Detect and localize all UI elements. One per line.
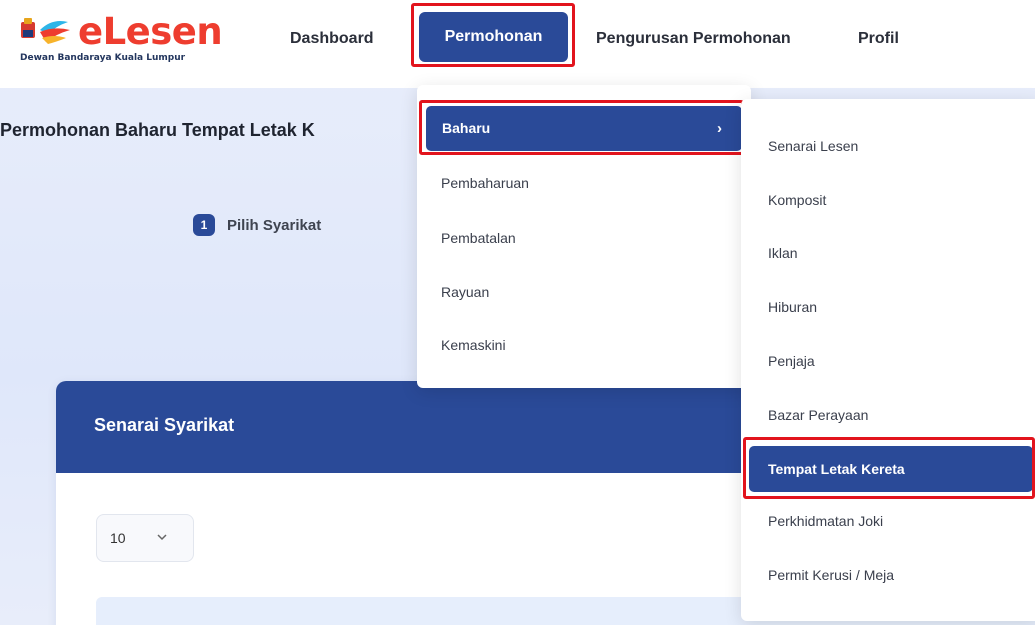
submenu-item-komposit[interactable]: Komposit xyxy=(768,192,826,208)
submenu-item-hiburan[interactable]: Hiburan xyxy=(768,299,817,315)
submenu-item-senarai-lesen[interactable]: Senarai Lesen xyxy=(768,138,858,154)
menu-item-pembaharuan[interactable]: Pembaharuan xyxy=(441,175,529,191)
nav-permohonan[interactable]: Permohonan xyxy=(419,12,568,62)
baharu-submenu: Senarai Lesen Komposit Iklan Hiburan Pen… xyxy=(741,99,1035,621)
logo-subtitle: Dewan Bandaraya Kuala Lumpur xyxy=(20,53,186,63)
submenu-item-permit-kerusi-meja[interactable]: Permit Kerusi / Meja xyxy=(768,567,894,583)
stepper-step-1: 1 Pilih Syarikat xyxy=(193,213,321,237)
menu-item-kemaskini[interactable]: Kemaskini xyxy=(441,337,506,353)
permohonan-dropdown-menu: Baharu › Pembaharuan Pembatalan Rayuan K… xyxy=(417,85,751,388)
step-label: Pilih Syarikat xyxy=(227,216,322,234)
nav-dashboard[interactable]: Dashboard xyxy=(290,25,374,53)
chevron-right-icon: › xyxy=(717,120,722,137)
page-size-value: 10 xyxy=(110,530,126,546)
card-title: Senarai Syarikat xyxy=(94,415,235,435)
submenu-item-bazar-perayaan[interactable]: Bazar Perayaan xyxy=(768,407,868,423)
submenu-item-penjaja[interactable]: Penjaja xyxy=(768,353,815,369)
chevron-down-icon xyxy=(155,515,169,580)
submenu-item-perkhidmatan-joki[interactable]: Perkhidmatan Joki xyxy=(768,513,883,529)
submenu-item-iklan[interactable]: Iklan xyxy=(768,245,798,261)
top-header: eLesen Dewan Bandaraya Kuala Lumpur Dash… xyxy=(0,0,1035,88)
submenu-item-tempat-letak-kereta[interactable]: Tempat Letak Kereta xyxy=(749,446,1033,492)
menu-item-baharu[interactable]: Baharu › xyxy=(426,106,742,151)
nav-profil[interactable]: Profil xyxy=(858,25,899,53)
page-size-select[interactable]: 10 xyxy=(96,514,194,562)
menu-item-label: Baharu xyxy=(442,120,491,136)
nav-pengurusan-permohonan[interactable]: Pengurusan Permohonan xyxy=(596,25,791,53)
step-number-badge: 1 xyxy=(193,214,215,236)
elesen-logo[interactable]: eLesen Dewan Bandaraya Kuala Lumpur xyxy=(18,10,258,70)
menu-item-rayuan[interactable]: Rayuan xyxy=(441,284,489,300)
page-title: Permohonan Baharu Tempat Letak K xyxy=(0,120,315,140)
menu-item-pembatalan[interactable]: Pembatalan xyxy=(441,230,516,246)
logo-wordmark: eLesen xyxy=(78,10,223,53)
elesen-logo-icon xyxy=(21,18,70,44)
